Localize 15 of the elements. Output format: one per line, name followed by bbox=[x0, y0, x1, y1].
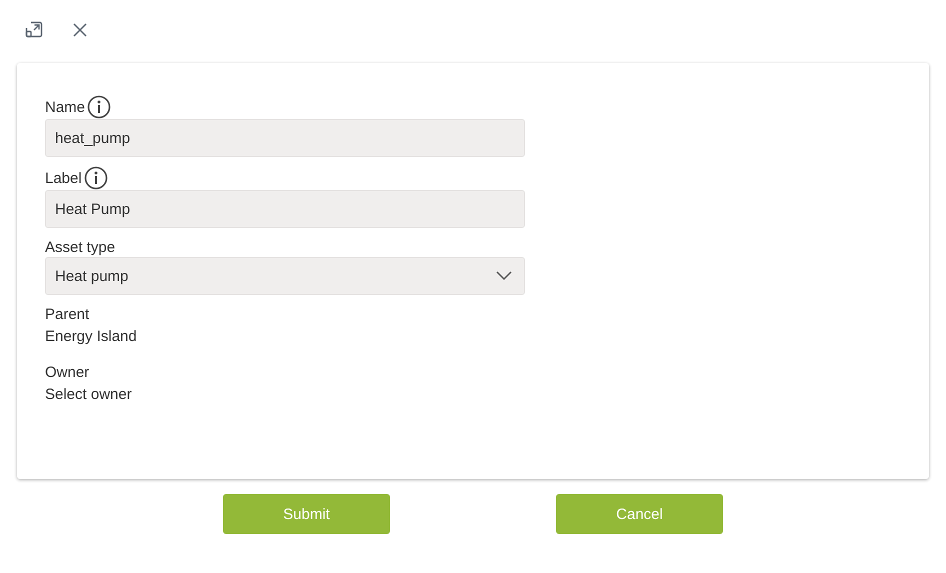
input-field[interactable]: Heat Pump bbox=[45, 190, 525, 228]
input-field[interactable]: heat_pump bbox=[45, 119, 525, 157]
expand-icon[interactable] bbox=[25, 21, 43, 39]
field-value: Select owner bbox=[45, 385, 133, 405]
field-label: Name bbox=[45, 98, 86, 116]
field-label: Owner bbox=[45, 363, 90, 383]
info-icon[interactable] bbox=[84, 166, 108, 190]
chevron-down-icon bbox=[496, 271, 512, 281]
field-label: Asset type bbox=[45, 238, 116, 256]
field-value: Energy Island bbox=[45, 327, 138, 347]
field-label: Label bbox=[45, 170, 82, 186]
select-field[interactable]: Heat pump bbox=[45, 257, 525, 295]
info-icon[interactable] bbox=[87, 95, 112, 119]
field-label: Parent bbox=[45, 305, 90, 325]
close-icon[interactable] bbox=[73, 23, 87, 37]
